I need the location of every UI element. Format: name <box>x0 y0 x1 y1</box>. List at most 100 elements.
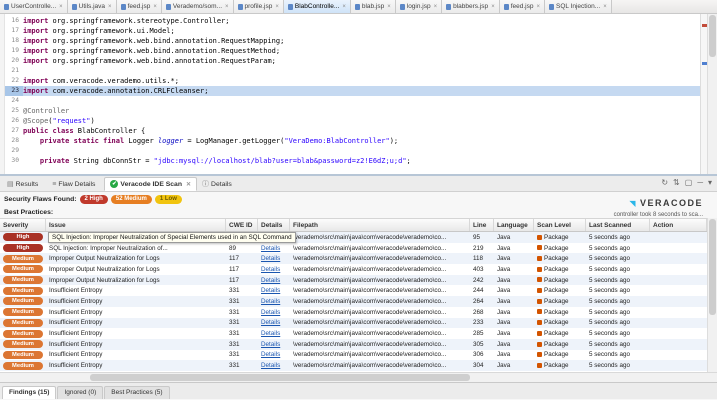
table-row[interactable]: Medium Insufficient Entropy 331 Details … <box>0 318 707 329</box>
column-header[interactable]: Filepath <box>290 219 470 231</box>
details-cell[interactable]: Details <box>258 245 290 252</box>
severity-badge[interactable]: 52 Medium <box>111 195 152 204</box>
scrollbar-thumb[interactable] <box>709 15 716 57</box>
table-row[interactable]: Medium Insufficient Entropy 331 Details … <box>0 339 707 350</box>
editor-tab[interactable]: SQL Injection... × <box>545 0 612 13</box>
table-row[interactable]: Medium Improper Output Neutralization fo… <box>0 253 707 264</box>
code-line[interactable]: 29 <box>5 146 700 156</box>
code-line[interactable]: 20 import org.springframework.web.bind.a… <box>5 56 700 66</box>
panel-tab[interactable]: ≡ Flaw Details <box>47 177 104 191</box>
details-link[interactable]: Details <box>261 330 280 337</box>
details-link[interactable]: Details <box>261 255 280 262</box>
editor-tab[interactable]: profile.jsp × <box>234 0 284 13</box>
code-line[interactable]: 26 @Scope("request") <box>5 116 700 126</box>
column-header[interactable]: Line <box>470 219 494 231</box>
details-link[interactable]: Details <box>261 266 280 273</box>
column-header[interactable]: Language <box>494 219 534 231</box>
close-icon[interactable]: × <box>434 4 438 10</box>
close-icon[interactable]: × <box>108 4 112 10</box>
toolbar-icon[interactable]: ▾ <box>708 178 712 188</box>
code-line[interactable]: 28 private static final Logger logger = … <box>5 136 700 146</box>
code-line[interactable]: 24 <box>5 96 700 106</box>
code-line[interactable]: 30 private String dbConnStr = "jdbc:mysq… <box>5 156 700 166</box>
details-link[interactable]: Details <box>261 309 280 316</box>
column-header[interactable]: Action <box>650 219 707 231</box>
details-cell[interactable]: Details <box>258 351 290 358</box>
editor-tab[interactable]: blabbers.jsp × <box>442 0 500 13</box>
best-practices-label[interactable]: Best Practices: <box>4 209 53 216</box>
close-icon[interactable]: × <box>387 4 391 10</box>
table-vertical-scrollbar[interactable] <box>707 218 717 372</box>
table-row[interactable]: Medium Insufficient Entropy 331 Details … <box>0 328 707 339</box>
details-link[interactable]: Details <box>261 362 280 369</box>
details-cell[interactable]: Details <box>258 330 290 337</box>
table-row[interactable]: Medium Insufficient Entropy 331 Details … <box>0 360 707 371</box>
details-cell[interactable]: Details <box>258 277 290 284</box>
table-row[interactable]: Medium Improper Output Neutralization fo… <box>0 264 707 275</box>
close-icon[interactable]: ✕ <box>186 181 191 188</box>
details-cell[interactable]: Details <box>258 298 290 305</box>
column-header[interactable]: Issue <box>46 219 226 231</box>
editor-tab[interactable]: feed.jsp × <box>117 0 162 13</box>
details-link[interactable]: Details <box>261 351 280 358</box>
close-icon[interactable]: × <box>153 4 157 10</box>
code-line[interactable]: 18 import org.springframework.web.bind.a… <box>5 36 700 46</box>
code-line[interactable]: 17 import org.springframework.ui.Model; <box>5 26 700 36</box>
toolbar-icon[interactable]: ⇅ <box>673 178 680 188</box>
details-cell[interactable]: Details <box>258 287 290 294</box>
status-tab[interactable]: Ignored (0) <box>57 386 103 399</box>
close-icon[interactable]: × <box>59 4 63 10</box>
code-line[interactable]: 23 import com.veracode.annotation.CRLFCl… <box>5 86 700 96</box>
column-header[interactable]: Details <box>258 219 290 231</box>
table-row[interactable]: Medium Insufficient Entropy 331 Details … <box>0 285 707 296</box>
details-link[interactable]: Details <box>261 341 280 348</box>
editor-vertical-scrollbar[interactable] <box>707 14 717 174</box>
code-line[interactable]: 16 import org.springframework.stereotype… <box>5 16 700 26</box>
close-icon[interactable]: × <box>491 4 495 10</box>
details-cell[interactable]: Details <box>258 309 290 316</box>
column-header[interactable]: Last Scanned <box>586 219 650 231</box>
scrollbar-thumb[interactable] <box>709 219 716 315</box>
panel-tab[interactable]: ⓘ Details <box>197 177 241 191</box>
toolbar-icon[interactable]: ↻ <box>661 178 668 188</box>
details-link[interactable]: Details <box>261 277 280 284</box>
details-cell[interactable]: Details <box>258 266 290 273</box>
table-row[interactable]: Medium Insufficient Entropy 331 Details … <box>0 307 707 318</box>
close-icon[interactable]: × <box>536 4 540 10</box>
editor-tab[interactable]: feed.jsp × <box>500 0 545 13</box>
table-row[interactable]: Medium Insufficient Entropy 331 Details … <box>0 296 707 307</box>
code-line[interactable]: 22 import com.veracode.verademo.utils.*; <box>5 76 700 86</box>
code-line[interactable]: 25 @Controller <box>5 106 700 116</box>
toolbar-icon[interactable]: ─ <box>697 178 703 188</box>
code-line[interactable]: 27 public class BlabController { <box>5 126 700 136</box>
code-area[interactable]: 16 import org.springframework.stereotype… <box>5 14 700 174</box>
editor-tab[interactable]: blab.jsp × <box>351 0 396 13</box>
table-row[interactable]: High SQL Injection: Improper Neutralizat… <box>0 243 707 254</box>
close-icon[interactable]: × <box>342 4 346 10</box>
table-row[interactable]: Medium Insufficient Entropy 331 Details … <box>0 350 707 361</box>
table-row[interactable]: Medium Improper Output Neutralization fo… <box>0 275 707 286</box>
details-cell[interactable]: Details <box>258 341 290 348</box>
details-link[interactable]: Details <box>261 319 280 326</box>
editor-tab[interactable]: BlabControlle... × <box>284 0 351 13</box>
editor-tab[interactable]: Utils.java × <box>68 0 117 13</box>
details-link[interactable]: Details <box>261 245 280 252</box>
table-horizontal-scrollbar[interactable] <box>0 372 717 382</box>
status-tab[interactable]: Findings (15) <box>2 386 56 399</box>
column-header[interactable]: Scan Level <box>534 219 586 231</box>
code-line[interactable]: 19 import org.springframework.web.bind.a… <box>5 46 700 56</box>
code-line[interactable]: 21 <box>5 66 700 76</box>
severity-badge[interactable]: 1 Low <box>155 195 182 204</box>
column-header[interactable]: CWE ID <box>226 219 258 231</box>
details-cell[interactable]: Details <box>258 362 290 369</box>
details-cell[interactable]: Details <box>258 255 290 262</box>
status-tab[interactable]: Best Practices (5) <box>104 386 169 399</box>
close-icon[interactable]: × <box>603 4 607 10</box>
details-cell[interactable]: Details <box>258 319 290 326</box>
toolbar-icon[interactable]: ▢ <box>685 178 693 188</box>
severity-badge[interactable]: 2 High <box>80 195 108 204</box>
panel-tab[interactable]: ▤ Results <box>2 177 47 191</box>
editor-tab[interactable]: Verademo/som... × <box>162 0 234 13</box>
editor-tab[interactable]: UserControlle... × <box>0 0 68 13</box>
details-link[interactable]: Details <box>261 298 280 305</box>
